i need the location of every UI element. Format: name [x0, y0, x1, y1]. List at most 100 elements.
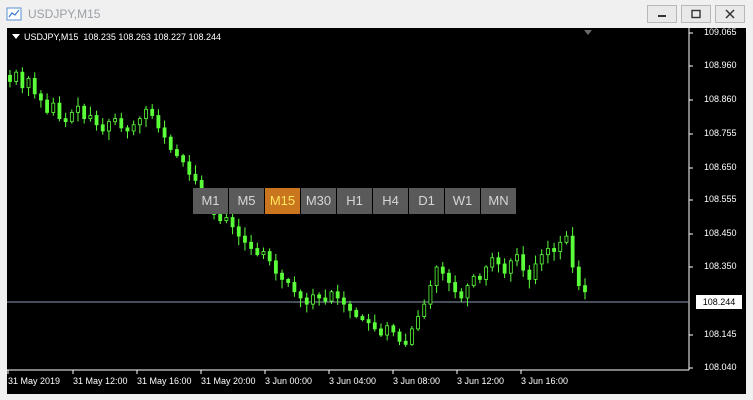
candle-body — [51, 102, 56, 113]
time-label: 3 Jun 12:00 — [457, 376, 505, 386]
candle-body — [181, 155, 186, 163]
price-label: 108.040 — [704, 362, 737, 372]
dropdown-triangle-icon[interactable] — [12, 34, 20, 39]
candle-body — [391, 325, 396, 333]
candle-body — [558, 241, 563, 252]
candle-body — [8, 74, 12, 82]
price-chart[interactable]: USDJPY,M15 108.235 108.263 108.227 108.2… — [7, 27, 746, 394]
timeframe-m5[interactable]: M5 — [229, 188, 264, 214]
shift-marker-icon[interactable] — [584, 30, 592, 35]
candle-body — [45, 99, 49, 113]
timeframe-m1[interactable]: M1 — [193, 188, 228, 214]
chart-window-icon — [6, 6, 22, 22]
candle-body — [236, 226, 241, 237]
candle-body — [292, 282, 297, 293]
candle-body — [156, 115, 161, 129]
candle-body — [576, 266, 581, 286]
candle-body — [224, 217, 229, 222]
timeframe-d1[interactable]: D1 — [409, 188, 444, 214]
price-label: 109.065 — [704, 27, 737, 37]
price-label: 108.650 — [704, 162, 737, 172]
candle-body — [539, 254, 544, 265]
candle-body — [379, 328, 383, 336]
candle-body — [385, 325, 390, 336]
price-label: 108.960 — [704, 60, 737, 70]
candle-body — [298, 291, 303, 299]
candle-body — [409, 328, 414, 345]
candle-body — [360, 316, 365, 321]
candle-body — [286, 279, 291, 283]
time-label: 31 May 2019 — [8, 376, 61, 386]
price-label: 108.860 — [704, 94, 737, 104]
timeframe-m15[interactable]: M15 — [265, 188, 300, 214]
restore-icon — [691, 9, 701, 19]
candle-body — [261, 251, 266, 256]
candle-body — [113, 118, 118, 123]
candle-body — [26, 77, 31, 89]
candle-body — [69, 112, 74, 123]
time-label: 3 Jun 04:00 — [329, 376, 377, 386]
candle-body — [230, 217, 235, 228]
candle-body — [465, 285, 470, 299]
candle-body — [496, 257, 501, 265]
time-label: 3 Jun 00:00 — [265, 376, 313, 386]
price-label: 108.450 — [704, 228, 737, 238]
timeframe-m30[interactable]: M30 — [301, 188, 336, 214]
candle-body — [162, 127, 167, 138]
candle-body — [39, 93, 43, 101]
candle-body — [119, 118, 124, 129]
candle-body — [63, 118, 68, 123]
time-label: 3 Jun 16:00 — [521, 376, 569, 386]
minimize-button[interactable] — [647, 5, 677, 23]
title-bar[interactable]: USDJPY,M15 — [0, 0, 753, 28]
timeframe-h1[interactable]: H1 — [337, 188, 372, 214]
candle-body — [422, 303, 427, 317]
candle-body — [14, 71, 19, 82]
candle-body — [175, 149, 179, 157]
candle-body — [348, 303, 352, 311]
candle-body — [317, 294, 322, 299]
candle-body — [329, 291, 334, 302]
candle-body — [125, 127, 130, 132]
candle-body — [354, 309, 359, 317]
candle-body — [144, 108, 148, 119]
symbol-label: USDJPY,M15 — [24, 32, 79, 42]
timeframe-mn[interactable]: MN — [481, 188, 516, 214]
candle-body — [255, 248, 260, 256]
candle-body — [88, 115, 93, 119]
symbol-info: USDJPY,M15 108.235 108.263 108.227 108.2… — [12, 32, 221, 42]
price-label: 108.755 — [704, 128, 737, 138]
restore-button[interactable] — [681, 5, 711, 23]
candle-body — [440, 266, 445, 274]
minimize-icon — [658, 15, 666, 17]
candle-body — [552, 248, 556, 252]
candle-body — [403, 340, 408, 345]
candle-body — [267, 251, 272, 262]
candle-body — [107, 121, 111, 132]
time-label: 31 May 12:00 — [73, 376, 128, 386]
candle-body — [366, 319, 371, 324]
time-label: 31 May 20:00 — [201, 376, 256, 386]
candle-body — [82, 105, 87, 119]
candle-body — [335, 291, 340, 299]
candle-body — [477, 275, 482, 280]
candle-body — [273, 260, 278, 274]
candle-body — [341, 297, 346, 305]
candle-body — [57, 102, 62, 119]
candle-body — [484, 266, 488, 280]
timeframe-h4[interactable]: H4 — [373, 188, 408, 214]
timeframe-selector: M1 M5 M15 M30 H1 H4 D1 W1 MN — [193, 188, 517, 214]
candle-body — [447, 272, 451, 283]
chart-window: USDJPY,M15 USDJPY,M15 108.235 108.263 10… — [0, 0, 753, 400]
candle-body — [453, 282, 458, 293]
candle-body — [100, 124, 105, 132]
price-label: 108.350 — [704, 261, 737, 271]
candle-body — [397, 331, 402, 342]
candle-body — [459, 291, 464, 299]
time-ticks — [7, 370, 522, 374]
candle-body — [20, 71, 25, 89]
candle-body — [150, 108, 155, 116]
timeframe-w1[interactable]: W1 — [445, 188, 480, 214]
close-button[interactable] — [715, 5, 745, 23]
price-ticks — [689, 32, 693, 369]
